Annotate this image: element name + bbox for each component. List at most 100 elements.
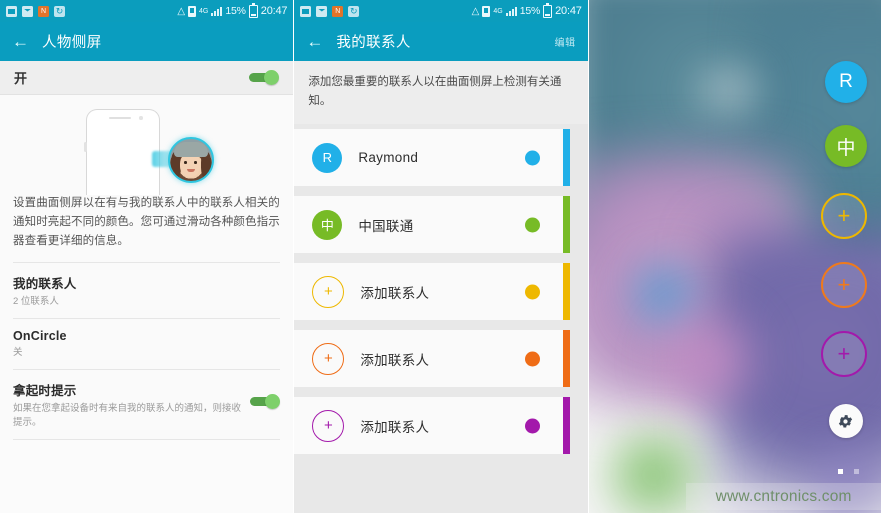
plus-glyph: + [837,203,851,228]
news-icon [332,5,344,17]
contact-color-dot[interactable] [525,284,541,299]
panel-edge-screen-overlay: R 中 + + + www.cntronics.com [588,0,881,513]
panel-my-contacts: △ 4G 15% 20:47 ← 我的联系人 编辑 添加您最重要的联系人以在曲面… [294,0,589,513]
contact-row[interactable]: + 添加联系人 [294,263,571,320]
panel2-body: 添加您最重要的联系人以在曲面侧屏上检测有关通知。 R Raymond 中中国联通 + 添… [294,61,588,513]
status-bar-system-icons: △ 4G 15% 20:47 [177,3,288,18]
page-indicator-dots [837,469,859,474]
contact-row[interactable]: + 添加联系人 [294,397,571,454]
master-switch-label: 开 [14,71,28,86]
edge-color-strip [563,397,571,454]
page-dot[interactable] [837,469,843,474]
edge-color-strip [563,263,571,320]
setting-row-lift-to-alert[interactable]: 拿起时提示 如果在您拿起设备时有来自我的联系人的通知，则接收提示。 [0,370,293,439]
status-bar-notification-icons [6,5,65,17]
contact-avatar: 中 [312,209,343,240]
contact-color-dot[interactable] [525,150,541,165]
plus-glyph: + [323,350,333,367]
setting-title: OnCircle [13,329,67,343]
avatar-eye-left [184,161,187,164]
toggle-knob [264,70,280,85]
plus-glyph: + [837,341,851,366]
contact-name-label: 添加联系人 [360,352,430,368]
wallpaper-blob [643,300,774,420]
page-title-panel2: 我的联系人 [336,35,411,51]
edge-add-contact-bubble[interactable]: + [820,193,867,239]
curved-edge-phone-illustration [84,109,214,195]
avatar-hat [174,142,208,157]
contacts-intro-block: 添加您最重要的联系人以在曲面侧屏上检测有关通知。 [294,61,588,124]
contact-color-dot[interactable] [525,217,541,232]
plus-glyph: + [323,283,333,300]
wallpaper-blob [668,60,789,120]
page-dot[interactable] [853,469,859,474]
lift-to-alert-toggle[interactable] [250,394,281,409]
battery-icon [543,3,553,18]
plus-glyph: + [837,272,851,297]
watermark-text: www.cntronics.com [715,487,852,505]
wifi-icon: △ [177,5,186,17]
contact-avatar: R [312,142,343,173]
phone-side-button-icon [84,142,87,152]
action-bar-panel2: ← 我的联系人 编辑 [294,22,588,61]
contacts-intro-text: 添加您最重要的联系人以在曲面侧屏上检测有关通知。 [308,76,562,107]
sync-icon [54,5,65,17]
clock-label: 20:47 [260,5,288,17]
status-bar-panel1: △ 4G 15% 20:47 [0,0,294,22]
gear-icon[interactable] [828,404,863,438]
edge-contact-bubble[interactable]: R [824,61,867,103]
back-arrow-icon[interactable]: ← [306,33,323,50]
setting-row-my-contacts[interactable]: 我的联系人 2 位联系人 [0,263,293,318]
contact-row[interactable]: R Raymond [294,129,571,186]
page-title-panel1: 人物侧屏 [42,35,102,51]
setting-subtitle: 关 [13,347,23,358]
screenshot-stage: △ 4G 15% 20:47 ← 人物侧屏 开 [0,0,881,513]
back-arrow-icon[interactable]: ← [12,33,29,50]
edge-color-strip [563,196,571,253]
contact-row[interactable]: + 添加联系人 [294,330,571,387]
wifi-icon: △ [471,5,480,17]
description-block: 设置曲面侧屏以在有与我的联系人中的联系人相关的通知时亮起不同的颜色。您可通过滑动… [0,187,293,262]
contact-name-label: Raymond [358,150,419,165]
description-text: 设置曲面侧屏以在有与我的联系人中的联系人相关的通知时亮起不同的颜色。您可通过滑动… [13,197,280,247]
setting-subtitle: 如果在您拿起设备时有来自我的联系人的通知，则接收提示。 [13,403,242,428]
edge-add-contact-bubble[interactable]: + [820,262,867,308]
setting-row-oncircle[interactable]: OnCircle 关 [0,319,293,369]
battery-icon [248,3,258,18]
panel-people-edge-settings: △ 4G 15% 20:47 ← 人物侧屏 开 [0,0,295,513]
panel1-empty-space [0,440,294,513]
toggle-knob [265,394,281,409]
edge-add-contact-bubble[interactable]: + [820,331,867,377]
contact-row[interactable]: 中中国联通 [294,196,571,253]
hero-illustration-area [0,95,294,195]
add-contact-icon: + [312,275,345,308]
people-edge-rail: R 中 + + + [791,0,881,513]
avatar-eye-right [194,161,197,164]
sim-icon [482,5,491,17]
document-icon [6,5,17,17]
plus-glyph: + [323,417,333,434]
contact-list: R Raymond 中中国联通 + 添加联系人 + 添加联系人 + 添加联系人 [294,124,587,454]
contact-color-dot[interactable] [525,418,541,433]
edit-button[interactable]: 编辑 [555,34,576,49]
contact-name-label: 添加联系人 [360,285,430,301]
watermark: www.cntronics.com [685,483,881,510]
clock-label: 20:47 [555,5,582,17]
master-switch-row[interactable]: 开 [0,61,294,95]
master-switch-toggle[interactable] [249,70,280,85]
news-icon [38,5,49,17]
contact-name-label: 中国联通 [358,218,414,234]
add-contact-icon: + [312,342,345,375]
signal-icon [211,6,223,16]
setting-subtitle: 2 位联系人 [13,296,59,307]
contact-color-dot[interactable] [525,351,541,366]
sync-icon [348,5,360,17]
status-bar-notification-icons [300,5,360,17]
contact-photo-avatar [168,137,214,183]
network-type-label: 4G [493,7,503,15]
edge-color-strip [563,330,571,387]
edge-contact-bubble[interactable]: 中 [824,125,867,167]
sim-icon [188,5,197,17]
setting-title: 我的联系人 [13,277,77,291]
network-type-label: 4G [199,7,209,15]
